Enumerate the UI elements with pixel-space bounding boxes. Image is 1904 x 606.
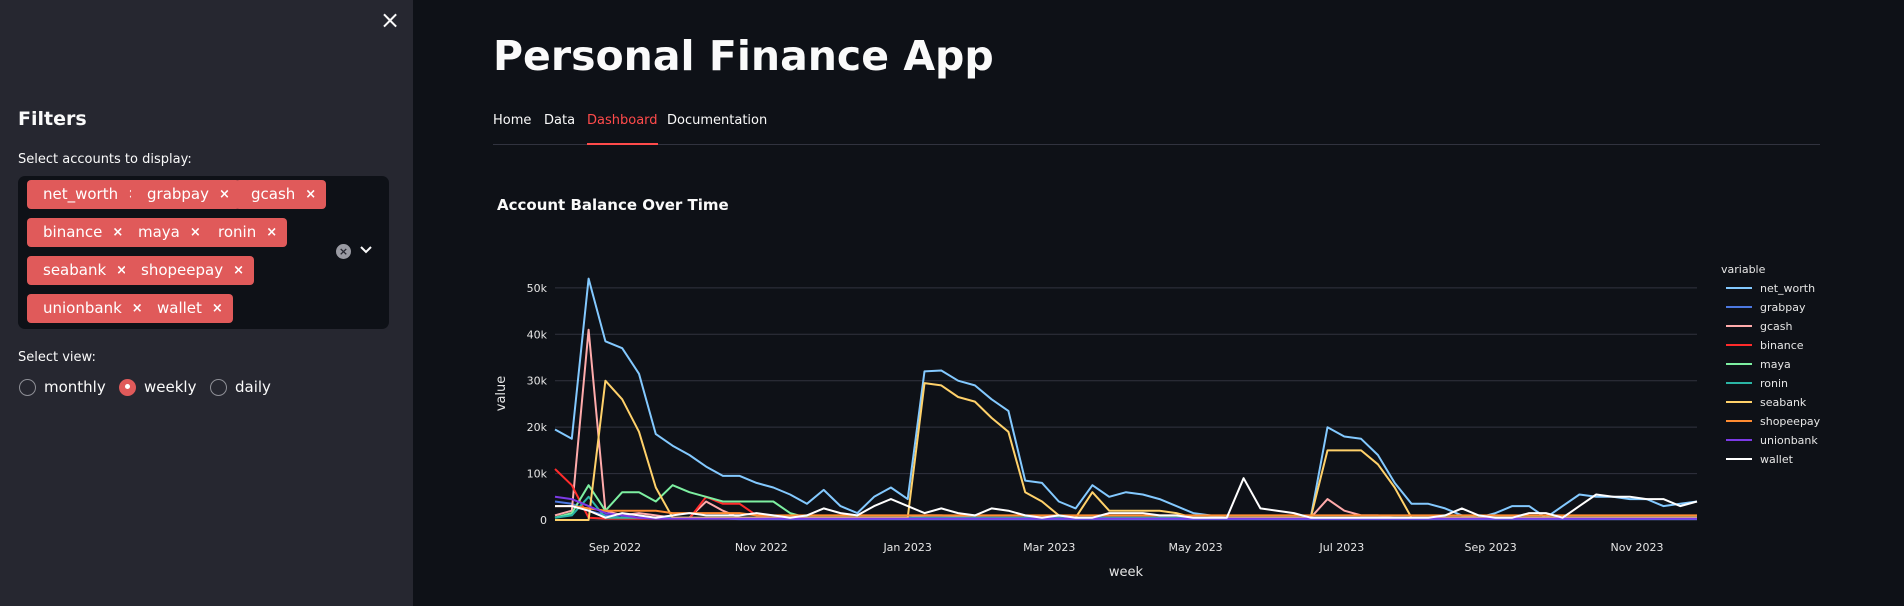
tag-ronin[interactable]: ronin × xyxy=(202,218,288,247)
accounts-label: Select accounts to display: xyxy=(18,152,192,167)
x-tick-label: Nov 2022 xyxy=(735,541,788,554)
legend-label-maya: maya xyxy=(1760,358,1791,371)
legend-label-wallet: wallet xyxy=(1760,453,1794,466)
y-tick-label: 50k xyxy=(527,282,548,295)
tag-shopeepay[interactable]: shopeepay × xyxy=(125,256,254,285)
y-axis-title: value xyxy=(494,376,509,412)
remove-tag-icon[interactable]: × xyxy=(190,218,201,247)
remove-tag-icon[interactable]: × xyxy=(212,294,223,323)
radio-circle[interactable] xyxy=(210,378,227,396)
tag-label: unionbank xyxy=(43,299,122,317)
legend: variable net_worthgrabpay gcash binance maya… xyxy=(1721,263,1821,466)
legend-label-shopeepay: shopeepay xyxy=(1760,415,1821,428)
line-chart: 0 10k 20k 30k 40k 50k Sep 2022 Nov 2022 Jan 2023… xyxy=(494,263,1821,580)
tag-label: seabank xyxy=(43,261,107,279)
y-tick-label: 30k xyxy=(527,375,548,388)
remove-tag-icon[interactable]: × xyxy=(219,180,230,209)
tag-label: maya xyxy=(138,223,180,241)
y-tick-label: 0 xyxy=(540,514,547,527)
tag-label: gcash xyxy=(251,185,296,203)
legend-label-net_worth: net_worth xyxy=(1760,282,1815,295)
accounts-multiselect[interactable]: net_worth× grabpay× gcash× binance× maya… xyxy=(18,176,389,329)
radio-daily[interactable]: daily xyxy=(210,378,271,396)
radio-circle-selected[interactable] xyxy=(119,378,136,396)
tag-label: binance xyxy=(43,223,103,241)
x-tick-label: Sep 2023 xyxy=(1465,541,1517,554)
x-tick-label: Jul 2023 xyxy=(1319,541,1365,554)
y-tick-label: 10k xyxy=(527,468,548,481)
sidebar: × Filters Select accounts to display: ne… xyxy=(0,0,413,606)
remove-tag-icon[interactable]: × xyxy=(305,180,316,209)
x-tick-label: Sep 2022 xyxy=(589,541,641,554)
main-content: Personal Finance App Home Data Dashboard… xyxy=(413,0,1904,606)
series-line-seabank xyxy=(555,379,1697,521)
legend-label-gcash: gcash xyxy=(1760,320,1793,333)
x-axis-title: week xyxy=(1109,565,1144,580)
tag-seabank[interactable]: seabank × xyxy=(27,256,138,285)
chevron-down-icon[interactable] xyxy=(358,240,374,260)
tag-label: wallet xyxy=(157,299,202,317)
tag-unionbank[interactable]: unionbank × xyxy=(27,294,153,323)
tag-label: grabpay xyxy=(147,185,209,203)
legend-label-unionbank: unionbank xyxy=(1760,434,1818,447)
filters-title: Filters xyxy=(18,108,87,130)
y-tick-label: 40k xyxy=(527,328,548,341)
tag-gcash[interactable]: gcash × xyxy=(235,180,327,209)
tag-maya[interactable]: maya × xyxy=(122,218,211,247)
remove-tag-icon[interactable]: × xyxy=(233,256,244,285)
app-window: × Filters Select accounts to display: ne… xyxy=(0,0,1904,606)
legend-title: variable xyxy=(1721,263,1766,276)
view-label: Select view: xyxy=(18,350,96,365)
tag-label: shopeepay xyxy=(141,261,224,279)
legend-label-ronin: ronin xyxy=(1760,377,1788,390)
tag-grabpay[interactable]: grabpay × xyxy=(131,180,240,209)
y-tick-label: 20k xyxy=(527,421,548,434)
tag-label: ronin xyxy=(218,223,257,241)
series-line-net_worth xyxy=(554,277,1698,519)
x-tick-label: Jan 2023 xyxy=(882,541,931,554)
radio-label: daily xyxy=(235,378,271,396)
clear-all-icon[interactable]: × xyxy=(336,244,351,259)
lines-layer xyxy=(554,277,1698,521)
x-tick-label: Nov 2023 xyxy=(1611,541,1664,554)
radio-monthly[interactable]: monthly xyxy=(19,378,106,396)
legend-label-binance: binance xyxy=(1760,339,1804,352)
legend-label-seabank: seabank xyxy=(1760,396,1807,409)
close-sidebar-button[interactable]: × xyxy=(378,8,402,32)
tag-label: net_worth xyxy=(43,185,119,203)
radio-label: weekly xyxy=(144,378,197,396)
series-line-gcash xyxy=(554,328,1697,519)
radio-weekly[interactable]: weekly xyxy=(119,378,196,396)
tag-wallet[interactable]: wallet × xyxy=(141,294,233,323)
x-tick-label: May 2023 xyxy=(1168,541,1222,554)
radio-circle[interactable] xyxy=(19,378,36,396)
remove-tag-icon[interactable]: × xyxy=(266,218,277,247)
radio-label: monthly xyxy=(44,378,106,396)
grid-layer xyxy=(555,287,1697,521)
x-tick-label: Mar 2023 xyxy=(1023,541,1075,554)
tag-binance[interactable]: binance × xyxy=(27,218,134,247)
axis-layer: 0 10k 20k 30k 40k 50k Sep 2022 Nov 2022 Jan 2023… xyxy=(494,282,1664,580)
legend-label-grabpay: grabpay xyxy=(1760,301,1806,314)
